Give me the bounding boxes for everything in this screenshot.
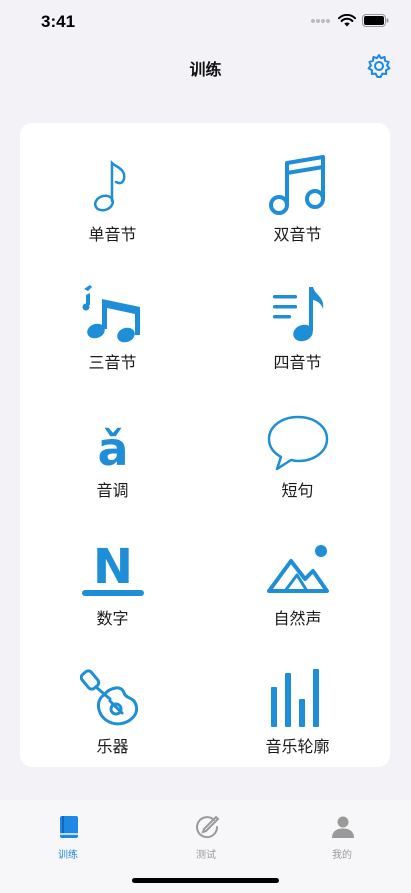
beamed-notes-icon (269, 155, 325, 215)
grid-item-label: 双音节 (273, 225, 322, 244)
svg-text:ǎ: ǎ (97, 422, 128, 475)
tone-a-icon: ǎ (97, 422, 128, 475)
grid-item-natural-sound[interactable]: 自然声 (205, 517, 390, 645)
grid-item-label: 三音节 (88, 353, 137, 372)
person-icon (332, 816, 354, 838)
nav-bar: 训练 (0, 44, 411, 90)
eighth-note-icon (93, 159, 126, 212)
home-indicator[interactable] (132, 878, 279, 883)
grid-item-label: 数字 (96, 609, 129, 628)
page-title: 训练 (189, 60, 222, 79)
grid-item-numbers[interactable]: N 数字 (20, 517, 205, 645)
tab-label: 测试 (196, 850, 216, 861)
grid-item-single-syllable[interactable]: 单音节 (20, 133, 205, 261)
battery-icon (362, 14, 389, 27)
grid-item-double-syllable[interactable]: 双音节 (205, 133, 390, 261)
pen-circle-icon (196, 815, 220, 839)
grid-item-tone[interactable]: ǎ 音调 (20, 389, 205, 517)
status-icons (310, 14, 389, 27)
grid-item-label: 自然声 (273, 609, 322, 628)
tab-test[interactable]: 测试 (146, 814, 266, 864)
playlist-note-icon (273, 287, 324, 342)
training-card: 单音节 双音节 三音节 四音节 ǎ 音调 短句 N 数字 自然声 乐器 音乐轮廓 (20, 123, 390, 767)
grid-item-quad-syllable[interactable]: 四音节 (205, 261, 390, 389)
signal-icon (311, 18, 330, 23)
bar-levels-icon (271, 669, 319, 727)
gear-icon (367, 54, 391, 78)
tab-training[interactable]: 训练 (8, 814, 128, 864)
status-bar: 3:41 (0, 0, 411, 44)
grid-item-label: 音调 (96, 481, 129, 500)
svg-text:N: N (93, 539, 133, 595)
tab-profile[interactable]: 我的 (282, 814, 402, 864)
grid-item-label: 四音节 (273, 353, 322, 372)
grid-item-label: 单音节 (88, 225, 137, 244)
book-icon (60, 816, 78, 838)
mountain-landscape-icon (267, 545, 329, 593)
settings-button[interactable] (365, 52, 393, 80)
wifi-icon (338, 14, 356, 27)
letter-n-icon: N (82, 539, 144, 596)
tab-label: 训练 (58, 850, 78, 861)
speech-bubble-icon (267, 415, 329, 471)
tab-label: 我的 (332, 850, 352, 861)
guitar-icon (80, 669, 139, 726)
grid-item-label: 音乐轮廓 (265, 737, 330, 756)
status-time: 3:41 (41, 12, 76, 31)
grid-item-short-sentence[interactable]: 短句 (205, 389, 390, 517)
grid-item-label: 短句 (281, 481, 314, 500)
grid-item-triple-syllable[interactable]: 三音节 (20, 261, 205, 389)
training-grid: 单音节 双音节 三音节 四音节 ǎ 音调 短句 N 数字 自然声 乐器 音乐轮廓 (20, 123, 390, 767)
grid-item-label: 乐器 (96, 737, 129, 756)
grid-item-instrument[interactable]: 乐器 (20, 645, 205, 773)
grid-item-music-contour[interactable]: 音乐轮廓 (205, 645, 390, 773)
triplet-notes-icon (82, 285, 140, 343)
